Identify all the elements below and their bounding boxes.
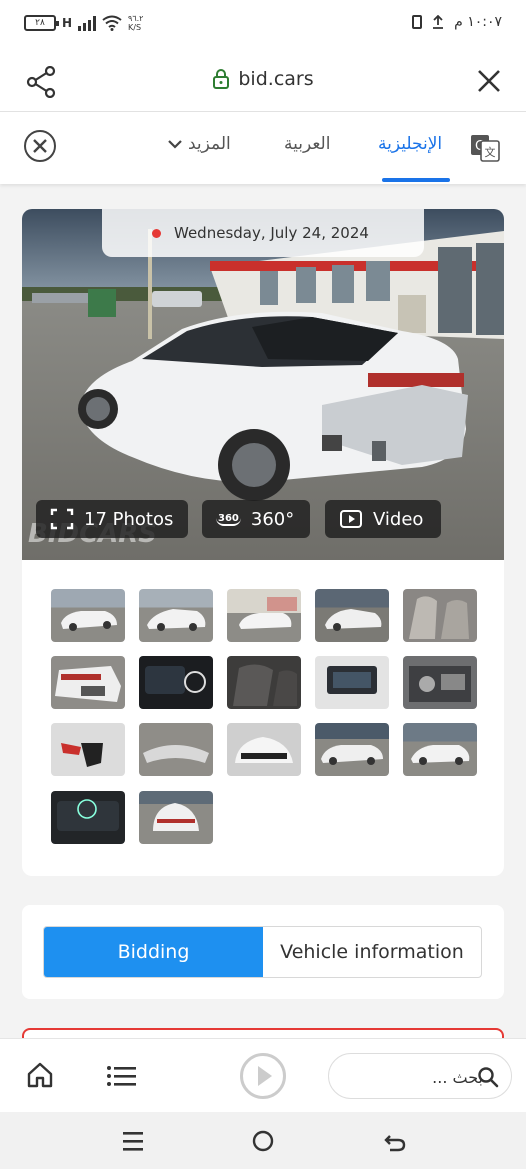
thumbnail-14[interactable] bbox=[315, 723, 389, 776]
close-icon[interactable] bbox=[476, 68, 502, 94]
view-360-label: 360° bbox=[250, 508, 295, 530]
home-icon[interactable] bbox=[26, 1061, 54, 1089]
play-icon bbox=[258, 1066, 272, 1086]
thumbnail-5[interactable] bbox=[403, 589, 477, 642]
menu-list-icon[interactable] bbox=[106, 1064, 138, 1088]
network-speed-unit: K/S bbox=[128, 23, 142, 32]
search-input[interactable] bbox=[343, 1064, 483, 1090]
url-bar: bid.cars bbox=[0, 52, 526, 112]
wifi-icon bbox=[102, 15, 122, 31]
thumbnail-9[interactable] bbox=[315, 656, 389, 709]
tab-more-label: المزيد bbox=[188, 134, 231, 154]
tab-english[interactable]: الإنجليزية bbox=[378, 134, 442, 154]
close-icon bbox=[33, 139, 47, 153]
thumbnail-1[interactable] bbox=[51, 589, 125, 642]
url-domain: bid.cars bbox=[238, 68, 314, 90]
back-icon[interactable] bbox=[382, 1128, 408, 1154]
upload-icon bbox=[433, 15, 444, 29]
auction-date-pill: Wednesday, July 24, 2024 bbox=[102, 209, 424, 257]
live-dot-icon bbox=[152, 228, 161, 238]
thumbnail-6[interactable] bbox=[51, 656, 125, 709]
fullscreen-icon bbox=[50, 508, 74, 530]
home-nav-icon[interactable] bbox=[250, 1128, 276, 1154]
search-box[interactable] bbox=[328, 1053, 512, 1099]
thumbnail-8[interactable] bbox=[227, 656, 301, 709]
network-speed: ٩٦.٢ bbox=[128, 14, 144, 23]
tab-bidding[interactable]: Bidding bbox=[44, 927, 263, 977]
view-360-button[interactable]: 360 360° bbox=[202, 500, 310, 538]
video-button[interactable]: Video bbox=[325, 500, 441, 538]
listing-card: Wednesday, July 24, 2024 BIDCARS 17 Phot… bbox=[22, 209, 504, 876]
video-play-icon bbox=[340, 510, 362, 528]
battery-level: ٢٨ bbox=[35, 18, 45, 28]
thumbnail-4[interactable] bbox=[315, 589, 389, 642]
tab-arabic[interactable]: العربية bbox=[284, 134, 330, 154]
browser-bottom-bar bbox=[0, 1038, 526, 1112]
thumbnail-2[interactable] bbox=[139, 589, 213, 642]
battery-icon: ٢٨ bbox=[24, 15, 59, 31]
google-translate-icon: G 文 bbox=[471, 135, 500, 162]
photos-button[interactable]: 17 Photos bbox=[36, 500, 188, 538]
active-tab-indicator bbox=[382, 178, 450, 182]
thumbnail-7[interactable] bbox=[139, 656, 213, 709]
status-bar: ٢٨ H ٩٦.٢ K/S ١٠:٠٧ م bbox=[0, 0, 526, 52]
sim-icon bbox=[412, 15, 423, 29]
thumbnail-11[interactable] bbox=[51, 723, 125, 776]
signal-icon bbox=[78, 15, 97, 31]
network-type: H bbox=[62, 16, 73, 30]
system-nav-bar bbox=[0, 1112, 526, 1169]
url-display[interactable]: bid.cars bbox=[0, 68, 526, 90]
chevron-down-icon bbox=[168, 140, 182, 149]
view-360-icon: 360 bbox=[216, 512, 241, 526]
recent-apps-icon[interactable] bbox=[120, 1128, 146, 1154]
svg-text:文: 文 bbox=[485, 145, 496, 159]
tab-vehicle-information[interactable]: Vehicle information bbox=[263, 927, 481, 977]
thumbnail-16[interactable] bbox=[51, 791, 125, 844]
thumbnail-17[interactable] bbox=[139, 791, 213, 844]
thumbnail-15[interactable] bbox=[403, 723, 477, 776]
tab-more[interactable]: المزيد bbox=[168, 134, 231, 154]
translate-close-button[interactable] bbox=[24, 130, 56, 162]
details-segmented-control: Bidding Vehicle information bbox=[43, 926, 482, 978]
clock: ١٠:٠٧ م bbox=[454, 14, 502, 30]
thumbnail-10[interactable] bbox=[403, 656, 477, 709]
thumbnail-13[interactable] bbox=[227, 723, 301, 776]
video-label: Video bbox=[373, 508, 424, 530]
translate-bar: المزيد العربية الإنجليزية G 文 bbox=[0, 112, 526, 184]
details-tabs-card: Bidding Vehicle information bbox=[22, 905, 504, 999]
thumbnail-12[interactable] bbox=[139, 723, 213, 776]
photos-label: 17 Photos bbox=[84, 508, 174, 530]
thumbnail-3[interactable] bbox=[227, 589, 301, 642]
search-icon[interactable] bbox=[477, 1066, 499, 1088]
auction-date: Wednesday, July 24, 2024 bbox=[174, 224, 369, 242]
play-button[interactable] bbox=[240, 1053, 286, 1099]
lock-icon bbox=[213, 69, 230, 89]
vehicle-main-photo[interactable]: Wednesday, July 24, 2024 BIDCARS 17 Phot… bbox=[22, 209, 504, 560]
